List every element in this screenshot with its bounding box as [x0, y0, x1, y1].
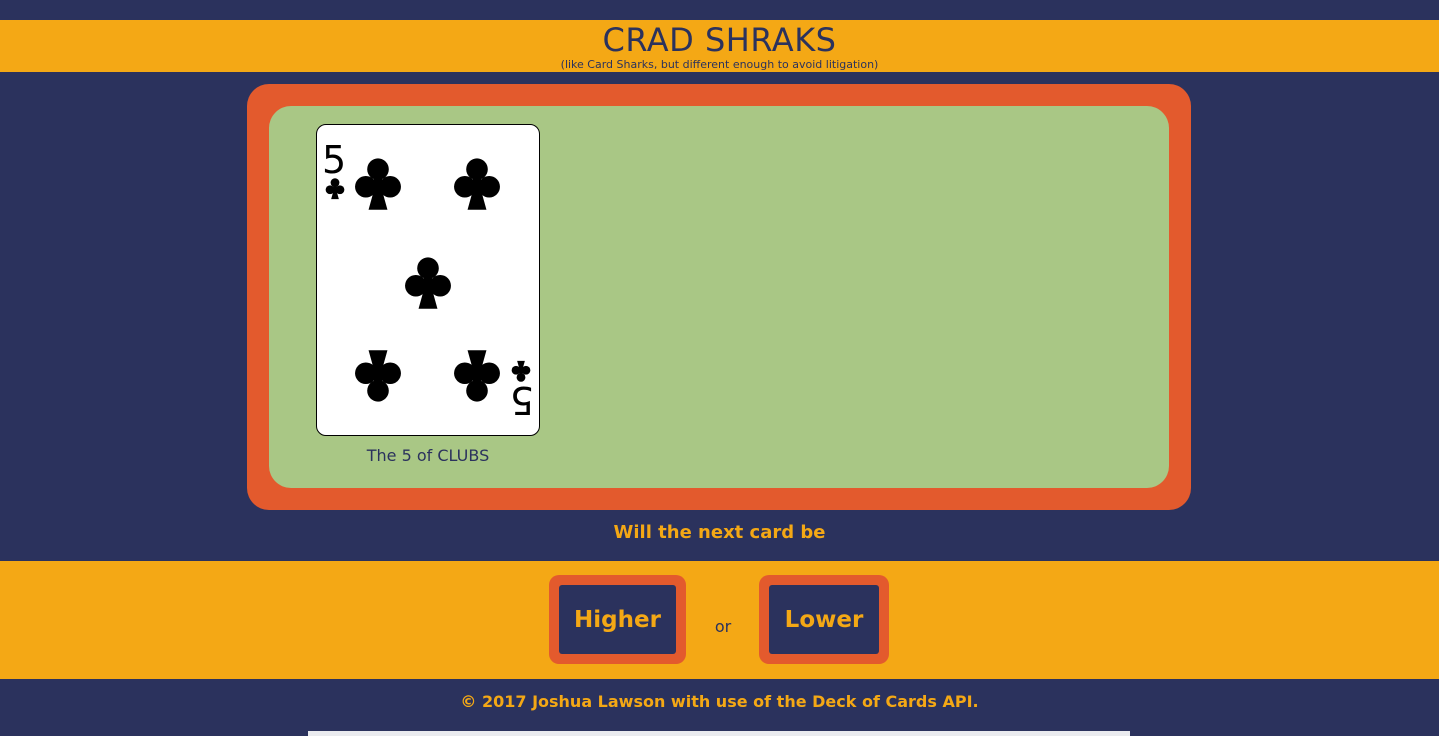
or-label: or [714, 617, 732, 636]
lower-button-label[interactable]: Lower [769, 585, 879, 654]
header: CRAD SHRAKS (like Card Sharks, but diffe… [0, 20, 1439, 72]
club-pip-icon [405, 257, 451, 309]
card-rank-top: 5 [322, 138, 346, 182]
card-rank-bottom: 5 [510, 378, 534, 422]
lower-button[interactable]: Lower [759, 575, 889, 664]
guess-controls: Higher or Lower [0, 561, 1439, 679]
page-subtitle: (like Card Sharks, but different enough … [560, 58, 879, 71]
playing-card: 5 5 [316, 124, 540, 436]
game-board: 5 5 The 5 of CLUBS [269, 106, 1169, 488]
card-caption: The 5 of CLUBS [366, 446, 490, 465]
higher-button[interactable]: Higher [549, 575, 686, 664]
game-board-frame: 5 5 The 5 of CLUBS [247, 84, 1191, 510]
five-of-clubs-face: 5 5 [322, 138, 534, 422]
footer-strip [308, 731, 1130, 736]
guess-prompt: Will the next card be [613, 522, 826, 543]
card-slot: 5 5 The 5 of CLUBS [316, 124, 540, 465]
club-pip-icon [355, 158, 401, 210]
club-pip-icon [454, 350, 500, 402]
club-pip-icon [454, 158, 500, 210]
club-pip-icon [355, 350, 401, 402]
footer-credit: © 2017 Joshua Lawson with use of the Dec… [460, 692, 979, 711]
higher-button-label[interactable]: Higher [559, 585, 676, 654]
page-title: CRAD SHRAKS [602, 21, 837, 59]
